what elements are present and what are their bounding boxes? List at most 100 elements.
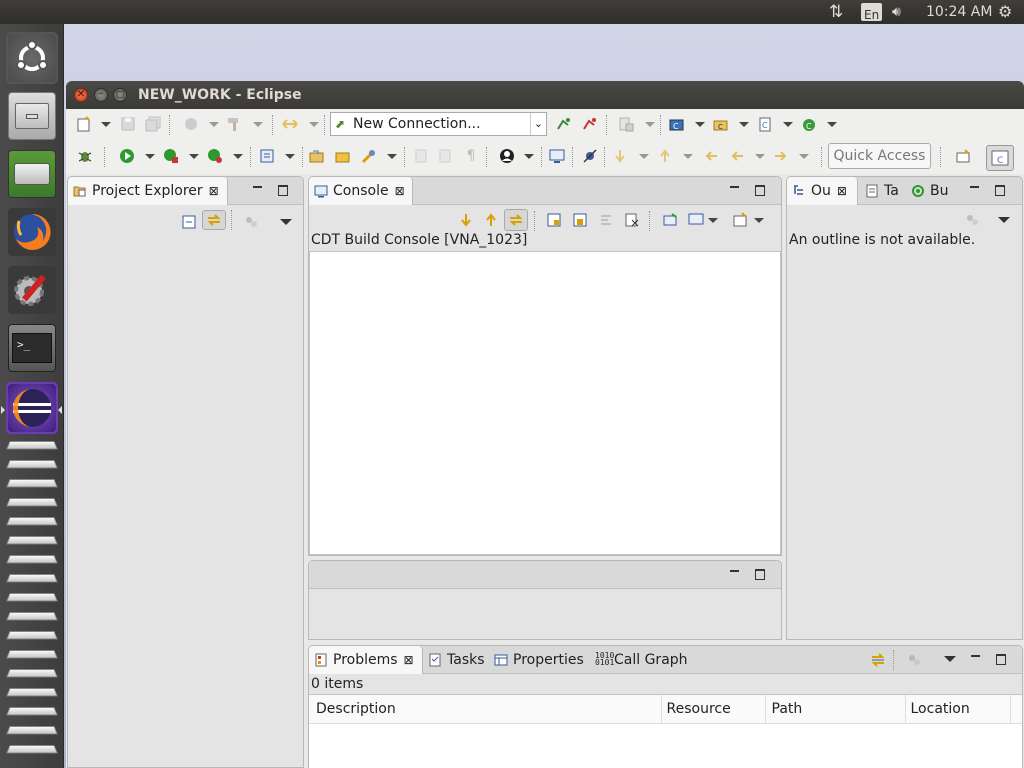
column-header-description[interactable]: Description (309, 695, 662, 723)
connect-icon[interactable] (554, 115, 572, 133)
settings-icon[interactable] (6, 264, 58, 316)
eclipse-icon[interactable] (6, 382, 58, 434)
build-configuration-dropdown[interactable] (208, 115, 219, 133)
show-whitespace-icon[interactable]: ¶ (462, 147, 480, 165)
toggle-block-selection-icon[interactable] (436, 147, 454, 165)
open-task-dropdown[interactable] (284, 147, 295, 165)
tab-tasks[interactable]: Tasks (423, 646, 489, 674)
save-all-icon[interactable] (144, 115, 162, 133)
quick-access-field[interactable]: Quick Access (828, 143, 931, 169)
open-console-dropdown[interactable] (753, 211, 764, 229)
new-source-file-icon[interactable]: C (756, 115, 774, 133)
previous-error-icon[interactable] (482, 211, 500, 229)
run-external-tool-icon[interactable] (162, 147, 180, 165)
debug-icon[interactable] (76, 147, 94, 165)
next-annotation-icon[interactable] (611, 147, 629, 165)
maximize-view-button[interactable] (755, 183, 767, 197)
word-wrap-icon[interactable] (571, 211, 589, 229)
open-perspective-icon[interactable] (954, 147, 972, 165)
column-header-extra[interactable] (1010, 695, 1022, 723)
launcher-stack-item[interactable] (6, 459, 58, 473)
close-tab-icon[interactable]: ⊠ (404, 653, 414, 667)
display-console-dropdown[interactable] (707, 211, 718, 229)
perspective-user-dropdown[interactable] (523, 147, 534, 165)
firefox-icon[interactable] (6, 206, 58, 258)
maximize-view-button[interactable] (755, 567, 767, 581)
launcher-stack-item[interactable] (6, 611, 58, 625)
console-output[interactable] (309, 251, 781, 555)
launcher-stack-item[interactable] (6, 649, 58, 663)
chevron-down-icon[interactable]: ⌄ (530, 113, 546, 135)
back-dropdown[interactable] (754, 147, 765, 165)
settings-dropdown-icon[interactable] (617, 115, 635, 133)
tab-properties[interactable]: Properties (489, 646, 589, 674)
pin-console-icon[interactable] (661, 211, 679, 229)
launcher-stack-item[interactable] (6, 478, 58, 492)
power-icon[interactable]: ⚙ (998, 0, 1012, 24)
search-dropdown[interactable] (386, 147, 397, 165)
column-header-path[interactable]: Path (765, 695, 906, 723)
back-icon[interactable] (728, 147, 746, 165)
launcher-stack-item[interactable] (6, 706, 58, 720)
view-menu-icon[interactable] (944, 654, 956, 664)
launcher-stack-item[interactable] (6, 554, 58, 568)
new-icon[interactable] (75, 115, 93, 133)
launcher-stack-item[interactable] (6, 535, 58, 549)
collapse-all-icon[interactable] (180, 213, 198, 231)
filter-icon[interactable] (905, 651, 923, 669)
minimize-view-button[interactable] (729, 567, 741, 581)
filter-icon[interactable] (963, 211, 981, 229)
console-monitor-icon[interactable] (548, 147, 566, 165)
run-icon[interactable] (118, 147, 136, 165)
view-menu-icon[interactable] (998, 215, 1010, 225)
column-header-location[interactable]: Location (905, 695, 1011, 723)
open-task-icon[interactable] (258, 147, 276, 165)
launcher-stack-item[interactable] (6, 725, 58, 739)
new-source-file-dropdown[interactable] (782, 115, 793, 133)
sync-icon[interactable] (281, 115, 299, 133)
skip-breakpoints-icon[interactable] (581, 147, 599, 165)
copy-build-log-icon[interactable] (623, 211, 641, 229)
focus-on-active-task-icon[interactable] (869, 651, 887, 669)
close-window-button[interactable]: ✕ (74, 88, 88, 102)
view-menu-icon[interactable] (280, 217, 292, 227)
next-error-icon[interactable] (457, 211, 475, 229)
launcher-stack-item[interactable] (6, 592, 58, 606)
new-cpp-project-dropdown[interactable] (694, 115, 705, 133)
ubuntu-icon[interactable] (6, 32, 58, 84)
filter-icon[interactable] (242, 213, 260, 231)
clock[interactable]: 10:24 AM (926, 0, 992, 24)
launcher-stack-item[interactable] (6, 573, 58, 587)
minimize-window-button[interactable]: – (94, 88, 108, 102)
minimize-view-button[interactable] (252, 183, 264, 197)
show-console-icon[interactable] (504, 209, 528, 231)
run-dropdown[interactable] (144, 147, 155, 165)
new-dropdown[interactable] (100, 115, 111, 133)
build-dropdown[interactable] (252, 115, 263, 133)
volume-icon[interactable]: 🔊︎ (892, 0, 901, 24)
clear-console-icon[interactable] (597, 211, 615, 229)
previous-annotation-dropdown[interactable] (682, 147, 693, 165)
profile-icon[interactable] (206, 147, 224, 165)
build-hammer-icon[interactable] (226, 115, 244, 133)
build-configuration-icon[interactable] (182, 115, 200, 133)
disconnect-icon[interactable] (580, 115, 598, 133)
next-annotation-dropdown[interactable] (638, 147, 649, 165)
launcher-stack-item[interactable] (6, 497, 58, 511)
cpp-perspective-button[interactable]: C (986, 145, 1014, 171)
display-console-icon[interactable] (687, 211, 705, 229)
new-source-folder-icon[interactable]: C (712, 115, 730, 133)
new-source-folder-dropdown[interactable] (738, 115, 749, 133)
launcher-stack-item[interactable] (6, 744, 58, 758)
tab-build-targets-short[interactable]: Bu (906, 177, 966, 205)
minimize-view-button[interactable] (969, 183, 981, 197)
forward-icon[interactable] (772, 147, 790, 165)
tab-console[interactable]: Console ⊠ (309, 177, 413, 205)
save-icon[interactable] (119, 115, 137, 133)
maximize-window-button[interactable]: □ (113, 88, 127, 102)
close-tab-icon[interactable]: ⊠ (837, 184, 847, 198)
scroll-lock-icon[interactable] (545, 211, 563, 229)
keyboard-layout-indicator[interactable]: En (861, 3, 883, 22)
close-tab-icon[interactable]: ⊠ (395, 184, 405, 198)
tab-outline[interactable]: Ou ⊠ (787, 177, 858, 205)
